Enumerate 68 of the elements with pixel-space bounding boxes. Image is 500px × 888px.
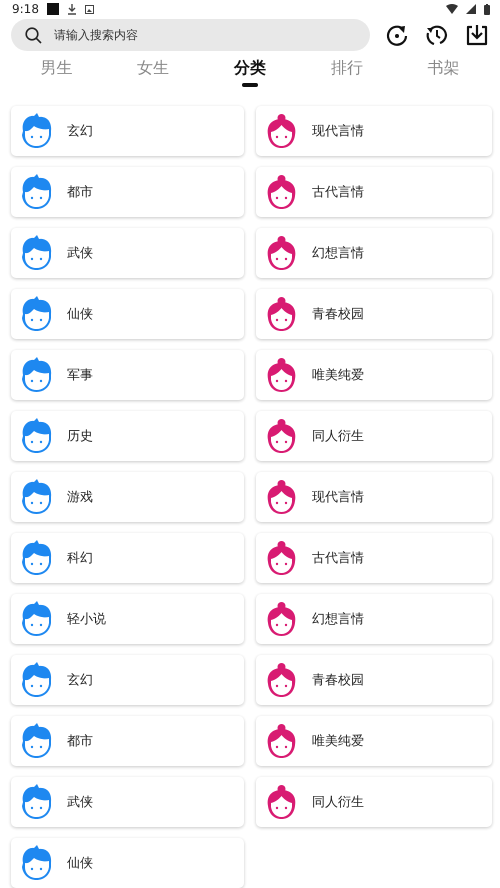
category-card[interactable]: 武侠 [11, 777, 244, 827]
girl-avatar-icon [265, 479, 298, 515]
category-card[interactable]: 幻想言情 [256, 594, 492, 644]
boy-avatar-icon [20, 235, 53, 271]
tab[interactable]: 分类 [202, 51, 298, 93]
category-card[interactable]: 同人衍生 [256, 411, 492, 461]
category-card[interactable]: 幻想言情 [256, 228, 492, 278]
category-card[interactable]: 科幻 [11, 533, 244, 583]
boy-avatar-icon [20, 540, 53, 576]
category-card[interactable]: 游戏 [11, 472, 244, 522]
girl-avatar-icon [265, 418, 298, 454]
girl-avatar-icon [265, 601, 298, 637]
category-card[interactable]: 现代言情 [256, 472, 492, 522]
boy-avatar-icon [20, 418, 53, 454]
category-card[interactable]: 现代言情 [256, 106, 492, 156]
category-card[interactable]: 仙侠 [11, 289, 244, 339]
boy-avatar-icon [20, 845, 53, 881]
category-card[interactable]: 古代言情 [256, 167, 492, 217]
category-card[interactable]: 玄幻 [11, 655, 244, 705]
search-input[interactable]: 请输入搜索内容 [52, 27, 356, 44]
boy-avatar-icon [20, 662, 53, 698]
girl-avatar-icon [265, 723, 298, 759]
category-card[interactable]: 青春校园 [256, 289, 492, 339]
boy-avatar-icon [20, 174, 53, 210]
category-card[interactable]: 青春校园 [256, 655, 492, 705]
signal-icon [466, 4, 476, 14]
search-field[interactable]: 请输入搜索内容 [11, 19, 370, 52]
tab[interactable]: 书架 [395, 51, 492, 93]
girl-avatar-icon [265, 113, 298, 149]
category-card[interactable]: 唯美纯爱 [256, 716, 492, 766]
status-time: 9:18 [12, 2, 39, 16]
tab[interactable]: 女生 [104, 51, 202, 93]
download-icon [465, 23, 489, 48]
category-card[interactable]: 历史 [11, 411, 244, 461]
boy-avatar-icon [20, 723, 53, 759]
category-card[interactable]: 军事 [11, 350, 244, 400]
girl-avatar-icon [265, 784, 298, 820]
category-card[interactable]: 都市 [11, 716, 244, 766]
boy-avatar-icon [20, 296, 53, 332]
boy-avatar-icon [20, 357, 53, 393]
category-card[interactable]: 武侠 [11, 228, 244, 278]
search-icon [25, 26, 42, 44]
boy-avatar-icon [20, 601, 53, 637]
girl-avatar-icon [265, 662, 298, 698]
category-card[interactable]: 仙侠 [11, 838, 244, 888]
boy-avatar-icon [20, 479, 53, 515]
notification-square-icon [46, 3, 59, 16]
girl-avatar-icon [265, 296, 298, 332]
category-card[interactable]: 同人衍生 [256, 777, 492, 827]
category-card[interactable]: 轻小说 [11, 594, 244, 644]
battery-icon [484, 4, 490, 15]
tab[interactable]: 排行 [298, 51, 396, 93]
category-card[interactable]: 都市 [11, 167, 244, 217]
download-icon [66, 4, 77, 15]
girl-avatar-icon [265, 357, 298, 393]
refresh-icon [385, 23, 409, 48]
tab[interactable]: 男生 [8, 51, 105, 93]
tab-indicator [242, 82, 258, 87]
girl-avatar-icon [265, 174, 298, 210]
girl-avatar-icon [265, 235, 298, 271]
category-card[interactable]: 古代言情 [256, 533, 492, 583]
image-icon [84, 4, 94, 14]
category-card[interactable]: 玄幻 [11, 106, 244, 156]
boy-avatar-icon [20, 113, 53, 149]
wifi-icon [446, 4, 458, 14]
girl-avatar-icon [265, 540, 298, 576]
category-card[interactable]: 唯美纯爱 [256, 350, 492, 400]
boy-avatar-icon [20, 784, 53, 820]
